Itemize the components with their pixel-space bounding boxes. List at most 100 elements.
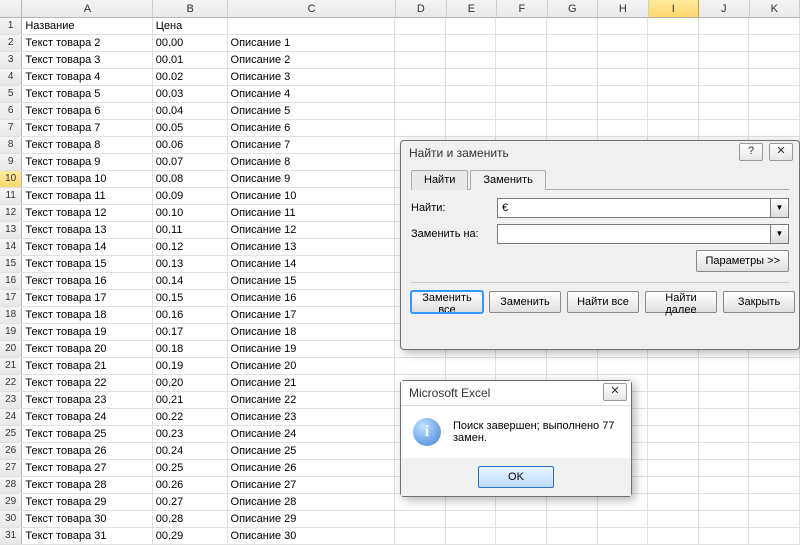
cell-b[interactable]: 00.10	[153, 205, 228, 221]
cell-c[interactable]	[228, 18, 396, 34]
cell-b[interactable]: 00.01	[153, 52, 228, 68]
replace-button[interactable]: Заменить	[489, 291, 561, 313]
cell-empty[interactable]	[648, 494, 699, 510]
cell-a[interactable]: Текст товара 14	[22, 239, 152, 255]
cell-empty[interactable]	[496, 103, 547, 119]
cell-empty[interactable]	[648, 103, 699, 119]
cell-b[interactable]: 00.21	[153, 392, 228, 408]
cell-c[interactable]: Описание 26	[228, 460, 396, 476]
cell-empty[interactable]	[446, 86, 497, 102]
cell-b[interactable]: 00.20	[153, 375, 228, 391]
rowhead[interactable]: 21	[0, 358, 22, 374]
cell-a[interactable]: Текст товара 6	[22, 103, 152, 119]
cell-a[interactable]: Текст товара 16	[22, 273, 152, 289]
help-icon[interactable]: ?	[739, 143, 763, 161]
select-all-corner[interactable]	[0, 0, 22, 17]
rowhead[interactable]: 27	[0, 460, 22, 476]
cell-empty[interactable]	[547, 358, 598, 374]
cell-empty[interactable]	[395, 52, 446, 68]
cell-b[interactable]: Цена	[153, 18, 228, 34]
rowhead[interactable]: 10	[0, 171, 22, 187]
cell-empty[interactable]	[598, 52, 649, 68]
cell-c[interactable]: Описание 25	[228, 443, 396, 459]
ok-button[interactable]: OK	[478, 466, 554, 488]
cell-b[interactable]: 00.08	[153, 171, 228, 187]
cell-c[interactable]: Описание 4	[228, 86, 396, 102]
cell-c[interactable]: Описание 6	[228, 120, 396, 136]
cell-b[interactable]: 00.16	[153, 307, 228, 323]
cell-empty[interactable]	[699, 477, 750, 493]
cell-empty[interactable]	[699, 69, 750, 85]
colhead-D[interactable]: D	[396, 0, 446, 17]
cell-a[interactable]: Текст товара 27	[22, 460, 152, 476]
colhead-F[interactable]: F	[497, 0, 547, 17]
cell-a[interactable]: Текст товара 31	[22, 528, 152, 544]
cell-empty[interactable]	[749, 494, 800, 510]
rowhead[interactable]: 18	[0, 307, 22, 323]
cell-empty[interactable]	[547, 528, 598, 544]
cell-empty[interactable]	[598, 103, 649, 119]
cell-b[interactable]: 00.13	[153, 256, 228, 272]
cell-empty[interactable]	[395, 35, 446, 51]
rowhead[interactable]: 17	[0, 290, 22, 306]
cell-c[interactable]: Описание 20	[228, 358, 396, 374]
cell-c[interactable]: Описание 8	[228, 154, 396, 170]
cell-b[interactable]: 00.00	[153, 35, 228, 51]
cell-empty[interactable]	[547, 69, 598, 85]
cell-empty[interactable]	[446, 69, 497, 85]
rowhead[interactable]: 26	[0, 443, 22, 459]
cell-empty[interactable]	[699, 375, 750, 391]
cell-c[interactable]: Описание 27	[228, 477, 396, 493]
cell-empty[interactable]	[496, 35, 547, 51]
cell-empty[interactable]	[749, 103, 800, 119]
rowhead[interactable]: 19	[0, 324, 22, 340]
cell-a[interactable]: Текст товара 15	[22, 256, 152, 272]
cell-empty[interactable]	[446, 528, 497, 544]
cell-a[interactable]: Текст товара 30	[22, 511, 152, 527]
cell-empty[interactable]	[699, 528, 750, 544]
cell-a[interactable]: Текст товара 11	[22, 188, 152, 204]
cell-b[interactable]: 00.09	[153, 188, 228, 204]
rowhead[interactable]: 9	[0, 154, 22, 170]
cell-c[interactable]: Описание 18	[228, 324, 396, 340]
cell-empty[interactable]	[749, 511, 800, 527]
cell-empty[interactable]	[699, 426, 750, 442]
cell-empty[interactable]	[598, 358, 649, 374]
rowhead[interactable]: 1	[0, 18, 22, 34]
cell-empty[interactable]	[648, 52, 699, 68]
cell-empty[interactable]	[749, 18, 800, 34]
tab-find[interactable]: Найти	[411, 170, 468, 190]
rowhead[interactable]: 14	[0, 239, 22, 255]
rowhead[interactable]: 20	[0, 341, 22, 357]
cell-empty[interactable]	[446, 358, 497, 374]
rowhead[interactable]: 25	[0, 426, 22, 442]
rowhead[interactable]: 23	[0, 392, 22, 408]
cell-c[interactable]: Описание 19	[228, 341, 396, 357]
cell-a[interactable]: Текст товара 8	[22, 137, 152, 153]
cell-c[interactable]: Описание 7	[228, 137, 396, 153]
cell-a[interactable]: Текст товара 4	[22, 69, 152, 85]
rowhead[interactable]: 12	[0, 205, 22, 221]
cell-empty[interactable]	[446, 511, 497, 527]
cell-b[interactable]: 00.03	[153, 86, 228, 102]
cell-empty[interactable]	[395, 18, 446, 34]
cell-empty[interactable]	[496, 528, 547, 544]
rowhead[interactable]: 15	[0, 256, 22, 272]
cell-empty[interactable]	[598, 511, 649, 527]
cell-empty[interactable]	[598, 18, 649, 34]
cell-a[interactable]: Текст товара 10	[22, 171, 152, 187]
cell-empty[interactable]	[648, 120, 699, 136]
cell-a[interactable]: Текст товара 7	[22, 120, 152, 136]
cell-empty[interactable]	[446, 18, 497, 34]
colhead-H[interactable]: H	[598, 0, 648, 17]
cell-empty[interactable]	[598, 86, 649, 102]
rowhead[interactable]: 24	[0, 409, 22, 425]
cell-empty[interactable]	[699, 409, 750, 425]
cell-empty[interactable]	[446, 52, 497, 68]
colhead-K[interactable]: K	[750, 0, 800, 17]
cell-empty[interactable]	[395, 69, 446, 85]
tab-replace[interactable]: Заменить	[470, 170, 545, 190]
close-icon[interactable]: ✕	[603, 383, 627, 401]
rowhead[interactable]: 16	[0, 273, 22, 289]
cell-a[interactable]: Текст товара 19	[22, 324, 152, 340]
